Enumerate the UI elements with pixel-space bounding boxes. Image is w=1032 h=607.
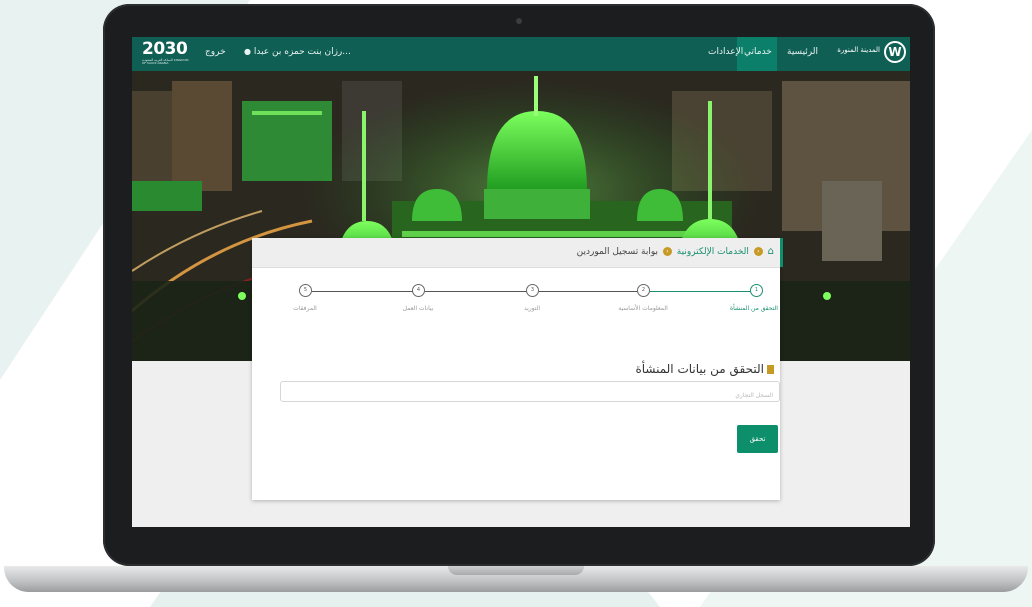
step-connector bbox=[425, 291, 529, 292]
nav-home[interactable]: الرئيسية bbox=[787, 47, 818, 57]
user-name[interactable]: ● رزان بنت حمزه بن عبدا... bbox=[244, 47, 351, 57]
step-4-circle[interactable]: 4 bbox=[412, 284, 425, 297]
user-icon: ● bbox=[244, 47, 251, 56]
top-navbar: 2030 المملكة العربية السعودية KINGDOM OF… bbox=[132, 37, 910, 71]
vision-2030-logo: 2030 المملكة العربية السعودية KINGDOM OF… bbox=[142, 39, 189, 65]
document-icon bbox=[767, 365, 774, 374]
logout-link[interactable]: خروج bbox=[205, 47, 226, 57]
step-5-label: المرفقات bbox=[293, 305, 317, 312]
registration-stepper: 1 2 3 4 5 التحقق من المنشأة المعلومات ال… bbox=[252, 274, 780, 324]
step-connector bbox=[312, 291, 415, 292]
verify-button[interactable]: تحقق bbox=[737, 425, 778, 453]
section-title: التحقق من بيانات المنشأة bbox=[635, 362, 774, 376]
accent-edge bbox=[780, 238, 783, 267]
nav-my-services[interactable]: خدماتي bbox=[744, 47, 772, 57]
chevron-left-icon: ‹ bbox=[753, 247, 763, 256]
breadcrumb-current: بوابة تسجيل الموردين bbox=[576, 247, 659, 257]
step-1-label: التحقق من المنشأة bbox=[730, 305, 778, 312]
madinah-logo[interactable]: W المدينة المنورة bbox=[837, 39, 908, 69]
step-2-label: المعلومات الأساسية bbox=[618, 305, 668, 312]
step-4-label: بيانات العمل bbox=[402, 305, 434, 312]
step-1-circle[interactable]: 1 bbox=[750, 284, 763, 297]
chevron-left-icon: ‹ bbox=[662, 247, 672, 256]
step-3-label: التوريد bbox=[523, 305, 541, 312]
nav-settings[interactable]: الإعدادات bbox=[708, 47, 743, 57]
brand-mark-icon: W bbox=[884, 41, 906, 63]
commercial-register-field bbox=[280, 381, 780, 405]
browser-screen: 2030 المملكة العربية السعودية KINGDOM OF… bbox=[132, 37, 910, 527]
camera bbox=[516, 18, 522, 24]
step-2-circle[interactable]: 2 bbox=[637, 284, 650, 297]
breadcrumb: ⌂ ‹ الخدمات الإلكترونية ‹ بوابة تسجيل ال… bbox=[577, 246, 774, 257]
breadcrumb-bar: ⌂ ‹ الخدمات الإلكترونية ‹ بوابة تسجيل ال… bbox=[252, 238, 783, 268]
step-connector bbox=[650, 291, 750, 292]
home-icon[interactable]: ⌂ bbox=[768, 246, 774, 257]
laptop-notch bbox=[448, 566, 584, 575]
supplier-registration-card: ⌂ ‹ الخدمات الإلكترونية ‹ بوابة تسجيل ال… bbox=[252, 238, 783, 500]
breadcrumb-eservices[interactable]: الخدمات الإلكترونية bbox=[677, 247, 749, 257]
step-3-circle[interactable]: 3 bbox=[526, 284, 539, 297]
step-5-circle[interactable]: 5 bbox=[299, 284, 312, 297]
commercial-register-input[interactable] bbox=[281, 386, 779, 405]
step-connector bbox=[539, 291, 640, 292]
